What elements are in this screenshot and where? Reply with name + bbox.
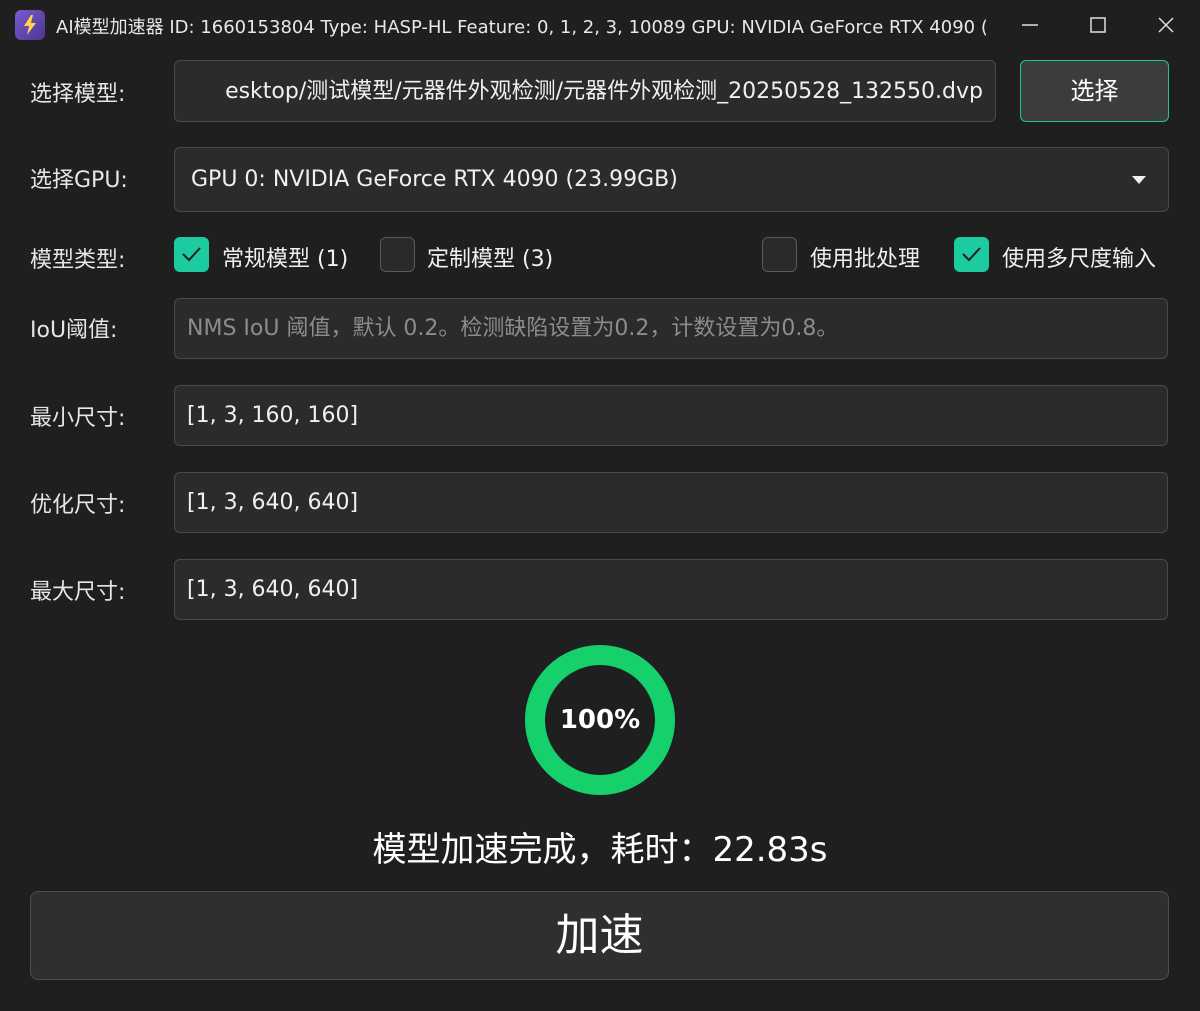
checkbox-batch[interactable] (762, 237, 797, 272)
checkbox-label-standard-model: 常规模型 (1) (222, 247, 349, 272)
max-size-input[interactable]: [1, 3, 640, 640] (174, 559, 1168, 620)
iou-input[interactable]: NMS IoU 阈值，默认 0.2。检测缺陷设置为0.2，计数设置为0.8。 (174, 298, 1168, 359)
model-label: 选择模型: (30, 82, 126, 107)
checkbox-multiscale[interactable] (954, 237, 989, 272)
iou-label: IoU阈值: (30, 318, 118, 343)
check-icon (962, 247, 981, 262)
min-size-input[interactable]: [1, 3, 160, 160] (174, 385, 1168, 446)
checkbox-custom-model[interactable] (380, 237, 415, 272)
checkbox-label-batch: 使用批处理 (810, 247, 921, 272)
check-icon (182, 247, 201, 262)
accelerate-button[interactable]: 加速 (30, 891, 1169, 980)
status-message: 模型加速完成，耗时：22.83s (372, 830, 828, 870)
close-button[interactable] (1132, 0, 1200, 50)
gpu-selected-value: GPU 0: NVIDIA GeForce RTX 4090 (23.99GB) (191, 167, 678, 192)
max-size-label: 最大尺寸: (30, 580, 126, 605)
checkbox-label-multiscale: 使用多尺度输入 (1002, 247, 1157, 272)
chevron-down-icon (1132, 176, 1146, 184)
gpu-label: 选择GPU: (30, 168, 128, 193)
model-path-input[interactable]: esktop/测试模型/元器件外观检测/元器件外观检测_20250528_132… (174, 60, 996, 122)
opt-size-label: 优化尺寸: (30, 493, 126, 518)
maximize-button[interactable] (1064, 0, 1132, 50)
progress-percent: 100% (559, 705, 641, 735)
close-icon (1158, 17, 1174, 33)
opt-size-input[interactable]: [1, 3, 640, 640] (174, 472, 1168, 533)
model-path-value: esktop/测试模型/元器件外观检测/元器件外观检测_20250528_132… (225, 79, 983, 104)
min-size-label: 最小尺寸: (30, 406, 126, 431)
select-model-button[interactable]: 选择 (1020, 60, 1169, 122)
minimize-button[interactable] (996, 0, 1064, 50)
gpu-dropdown[interactable]: GPU 0: NVIDIA GeForce RTX 4090 (23.99GB) (174, 147, 1169, 212)
lightning-icon (15, 10, 45, 40)
checkbox-label-custom-model: 定制模型 (3) (427, 247, 554, 272)
window-title: AI模型加速器 ID: 1660153804 Type: HASP-HL Fea… (56, 17, 986, 38)
model-type-label: 模型类型: (30, 248, 126, 273)
checkbox-standard-model[interactable] (174, 237, 209, 272)
title-bar: AI模型加速器 ID: 1660153804 Type: HASP-HL Fea… (0, 0, 1200, 50)
maximize-icon (1090, 17, 1106, 33)
minimize-icon (1022, 24, 1038, 26)
